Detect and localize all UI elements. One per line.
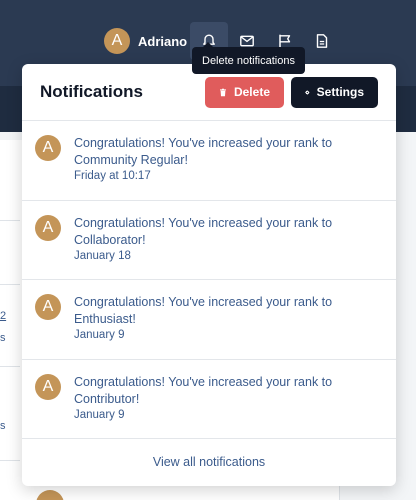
background-text-fragment: s [0, 332, 6, 344]
notification-time: January 9 [74, 329, 125, 341]
notification-time: January 9 [74, 408, 125, 421]
notification-text: Congratulations! You've increased your r… [74, 374, 333, 406]
document-icon [316, 34, 328, 48]
avatar: A [35, 214, 61, 241]
tooltip: Delete notifications [192, 42, 305, 74]
notification-text: Congratulations! You've increased your r… [74, 295, 333, 326]
notification-text: Congratulations! You've increased your r… [74, 136, 333, 167]
delete-button-label: Delete [233, 85, 270, 99]
avatar: A [35, 373, 61, 400]
avatar: A [104, 28, 130, 54]
trash-icon [219, 88, 226, 96]
gear-icon [305, 89, 310, 95]
divider [0, 460, 20, 461]
settings-button-label: Settings [316, 85, 364, 99]
divider [0, 366, 20, 367]
documents-button[interactable] [303, 22, 341, 60]
user-menu[interactable]: A Adriano [104, 28, 187, 54]
avatar: A [35, 135, 61, 161]
background-text-fragment: s [0, 420, 6, 432]
notification-item[interactable]: A Congratulations! You've increased your… [22, 360, 396, 439]
notification-time: January 18 [74, 249, 131, 262]
notification-item[interactable]: A Congratulations! You've increased your… [22, 280, 396, 360]
notifications-dropdown: Notifications Delete Settings A Congratu… [22, 64, 396, 486]
delete-button[interactable]: Delete [205, 76, 284, 108]
background-text-fragment[interactable]: 2 [0, 310, 6, 322]
notification-text: Congratulations! You've increased your r… [74, 215, 333, 247]
notification-time: Friday at 10:17 [74, 170, 151, 182]
view-all-notifications-link[interactable]: View all notifications [22, 439, 396, 485]
panel-title: Notifications [40, 82, 143, 101]
notification-item[interactable]: A Congratulations! You've increased your… [22, 201, 396, 280]
user-name: Adriano [138, 33, 188, 49]
divider [0, 284, 20, 285]
notification-item[interactable]: A Congratulations! You've increased your… [22, 121, 396, 201]
avatar: A [35, 294, 61, 320]
settings-button[interactable]: Settings [291, 76, 378, 108]
divider [0, 220, 20, 221]
